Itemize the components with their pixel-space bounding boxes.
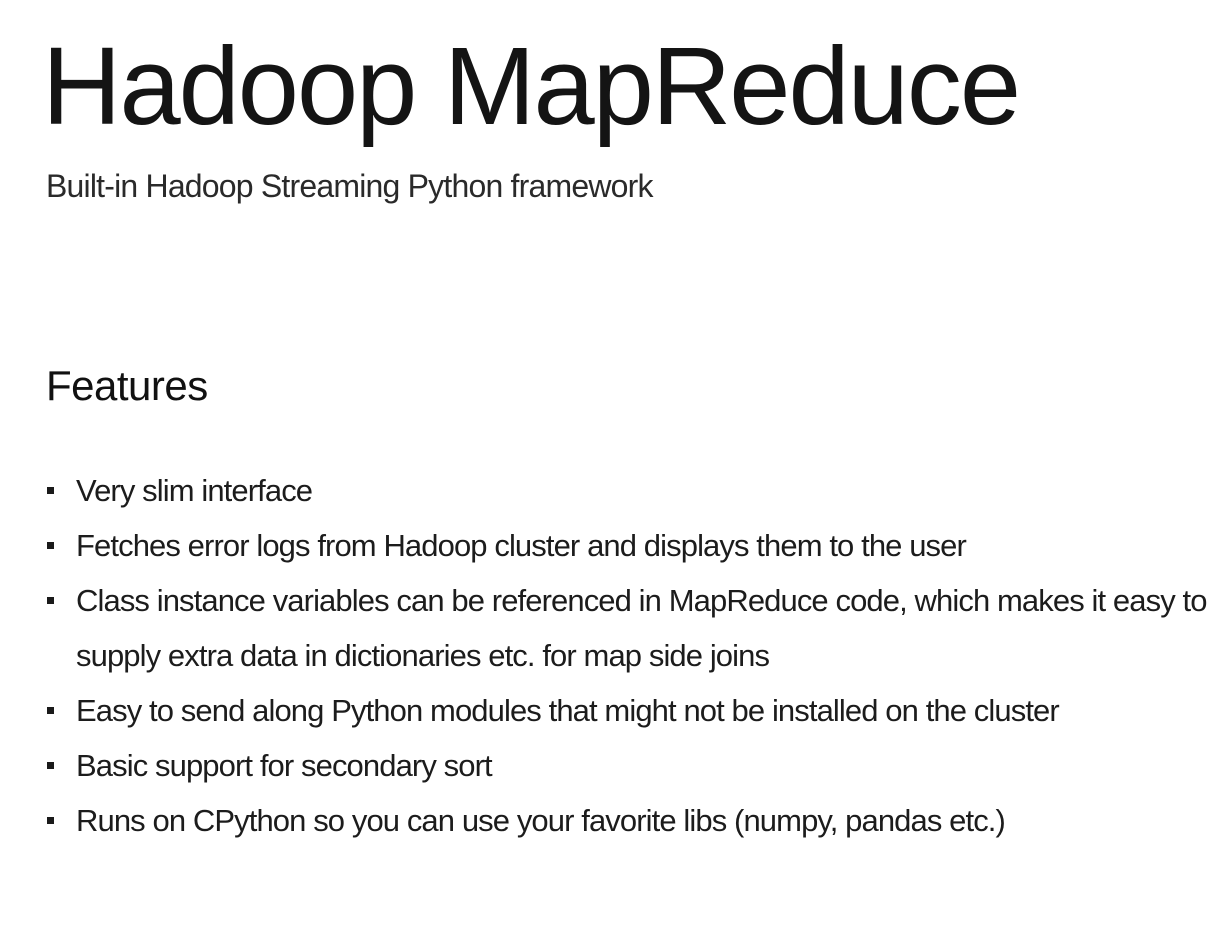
feature-text: Easy to send along Python modules that m… — [76, 693, 1060, 728]
features-heading: Features — [46, 362, 208, 409]
feature-item: Very slim interface — [46, 463, 1222, 518]
feature-text: Fetches error logs from Hadoop cluster a… — [76, 528, 967, 563]
square-bullet-icon — [47, 542, 54, 549]
square-bullet-icon — [47, 762, 54, 769]
features-list: Very slim interface Fetches error logs f… — [46, 463, 1222, 848]
feature-item: Class instance variables can be referenc… — [46, 573, 1222, 683]
square-bullet-icon — [47, 707, 54, 714]
slide-title: Hadoop MapReduce — [42, 25, 1021, 148]
feature-text: Very slim interface — [76, 473, 313, 508]
square-bullet-icon — [47, 817, 54, 824]
slide-subtitle: Built-in Hadoop Streaming Python framewo… — [46, 168, 654, 204]
feature-item: Runs on CPython so you can use your favo… — [46, 793, 1222, 848]
feature-text: Runs on CPython so you can use your favo… — [76, 803, 1006, 838]
slide: Hadoop MapReduce Built-in Hadoop Streami… — [0, 0, 1232, 940]
feature-text: Basic support for secondary sort — [76, 748, 493, 783]
feature-item: Basic support for secondary sort — [46, 738, 1222, 793]
square-bullet-icon — [47, 487, 54, 494]
feature-item: Fetches error logs from Hadoop cluster a… — [46, 518, 1222, 573]
feature-text: Class instance variables can be referenc… — [76, 583, 1207, 673]
square-bullet-icon — [47, 597, 54, 604]
feature-item: Easy to send along Python modules that m… — [46, 683, 1222, 738]
